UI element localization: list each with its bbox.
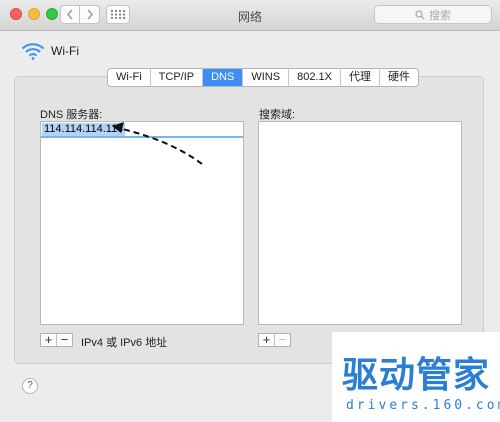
dns-servers-list[interactable]: 114.114.114.114: [40, 121, 244, 325]
search-icon: [415, 9, 425, 20]
tab-proxies[interactable]: 代理: [341, 69, 380, 86]
interface-name: Wi-Fi: [51, 44, 79, 58]
dns-server-value[interactable]: 114.114.114.114: [42, 123, 126, 136]
tab-tcp-ip[interactable]: TCP/IP: [151, 69, 204, 86]
help-button[interactable]: ?: [22, 378, 38, 394]
tab-wins[interactable]: WINS: [243, 69, 290, 86]
tab-bar: Wi-Fi TCP/IP DNS WINS 802.1X 代理 硬件: [107, 68, 419, 87]
tab-802-1x[interactable]: 802.1X: [289, 69, 341, 86]
address-hint: IPv4 或 IPv6 地址: [81, 337, 168, 349]
search-domains-label: 搜索域:: [259, 109, 296, 121]
remove-domain-button: −: [278, 332, 287, 347]
tab-hardware[interactable]: 硬件: [380, 69, 418, 86]
remove-dns-button[interactable]: −: [57, 333, 72, 346]
search-field[interactable]: 搜索: [374, 5, 492, 24]
wifi-icon: [21, 43, 45, 60]
watermark-logo: 驱动管家: [342, 355, 491, 396]
domain-add-remove: + −: [258, 333, 291, 347]
tab-dns[interactable]: DNS: [203, 69, 244, 86]
add-domain-button[interactable]: +: [259, 333, 275, 346]
dns-add-remove: + −: [40, 333, 73, 347]
watermark-url: drivers.160.com: [346, 398, 500, 413]
interface-header: Wi-Fi: [21, 40, 79, 62]
add-dns-button[interactable]: +: [41, 333, 57, 346]
list-item[interactable]: 114.114.114.114: [41, 122, 243, 138]
dns-servers-label: DNS 服务器:: [40, 109, 103, 121]
tab-wi-fi[interactable]: Wi-Fi: [108, 69, 151, 86]
search-placeholder: 搜索: [429, 9, 451, 22]
title-bar: 网络 搜索: [0, 0, 500, 31]
settings-panel: DNS 服务器: 114.114.114.114 + − IPv4 或 IPv6…: [14, 76, 484, 364]
search-domains-list[interactable]: [258, 121, 462, 325]
